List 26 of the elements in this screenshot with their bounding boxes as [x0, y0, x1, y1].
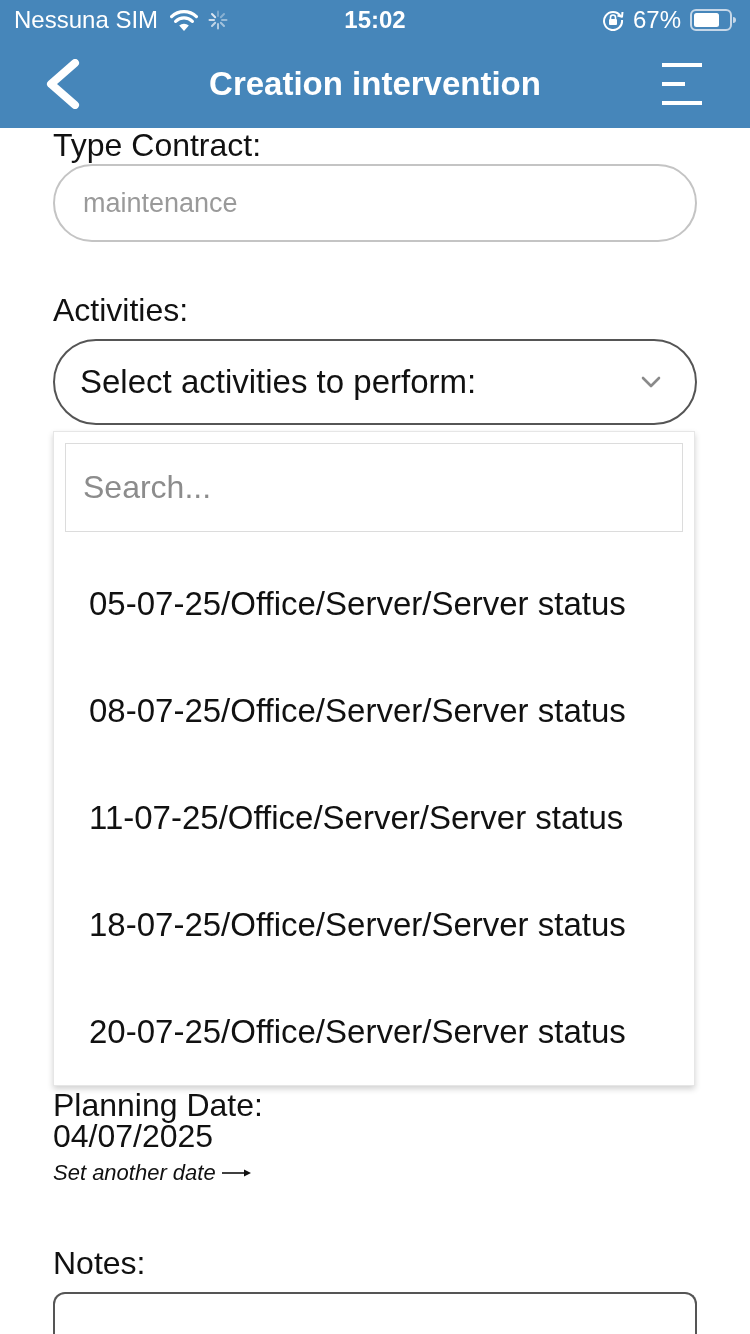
notes-field[interactable]	[53, 1292, 697, 1334]
field-label: Notes:	[53, 1246, 146, 1280]
battery-icon	[690, 9, 736, 31]
activity-option[interactable]: 20-07-25/Office/Server/Server status	[54, 978, 694, 1085]
activities-select[interactable]: Select activities to perform:	[53, 339, 697, 425]
activity-option[interactable]: 05-07-25/Office/Server/Server status	[54, 550, 694, 657]
page-title: Creation intervention	[209, 64, 541, 104]
activity-option[interactable]: 11-07-25/Office/Server/Server status	[54, 764, 694, 871]
back-button[interactable]	[46, 59, 80, 109]
chevron-left-icon	[46, 59, 80, 109]
set-date-link[interactable]: Set another date	[53, 1160, 251, 1186]
arrow-right-icon	[221, 1169, 251, 1177]
field-label: Type Contract:	[53, 128, 262, 162]
loading-spinner-icon	[208, 10, 229, 30]
field-label: Activities:	[53, 293, 189, 327]
carrier-name: Nessuna SIM	[14, 6, 159, 34]
menu-button[interactable]	[662, 63, 702, 105]
search-field[interactable]: Search...	[65, 443, 683, 532]
chevron-down-icon	[641, 376, 661, 388]
battery-percentage: 67%	[632, 6, 681, 34]
activity-option[interactable]: 08-07-25/Office/Server/Server status	[54, 657, 694, 764]
menu-icon	[662, 63, 702, 105]
wifi-icon	[170, 9, 199, 31]
status-time: 15:02	[344, 6, 406, 34]
rotation-lock-icon	[601, 9, 624, 31]
activity-option[interactable]: 18-07-25/Office/Server/Server status	[54, 871, 694, 978]
